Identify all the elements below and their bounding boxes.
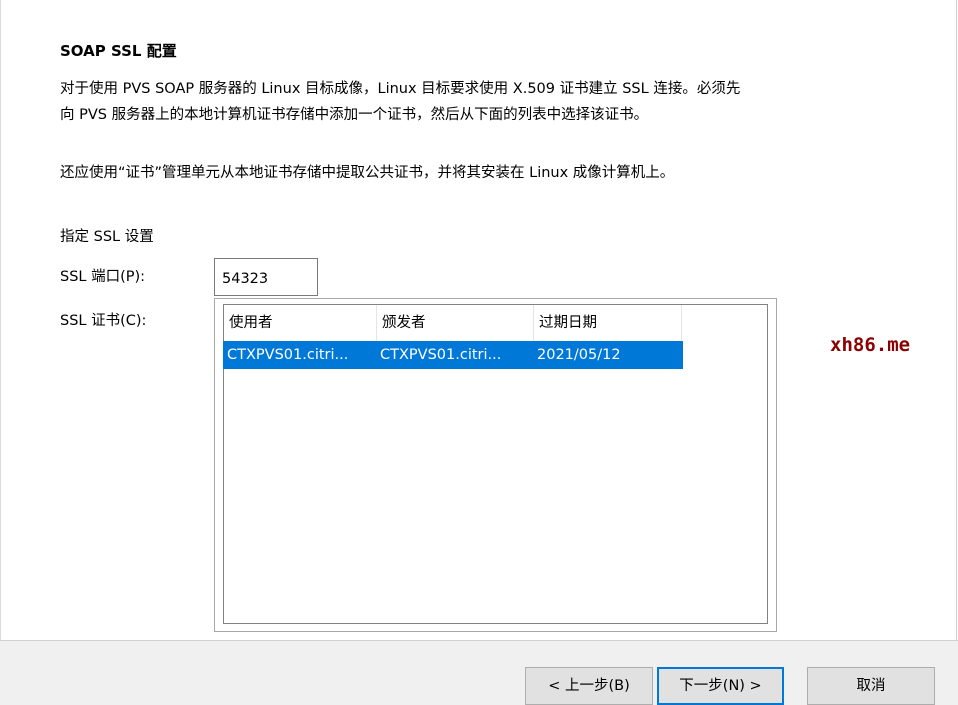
left-border [0, 0, 1, 640]
cancel-button[interactable]: 取消 [807, 667, 935, 705]
note-text: 还应使用“证书”管理单元从本地证书存储中提取公共证书，并将其安装在 Linux … [60, 165, 675, 181]
column-header-subject[interactable]: 使用者 [224, 305, 377, 341]
ssl-port-input[interactable] [214, 258, 318, 296]
watermark-text: xh86.me [830, 334, 911, 356]
description-line-2: 向 PVS 服务器上的本地计算机证书存储中添加一个证书，然后从下面的列表中选择该… [60, 107, 649, 123]
cert-list-frame: 使用者 颁发者 过期日期 CTXPVS01.citri... CTXPVS01.… [214, 298, 777, 632]
ssl-cert-label: SSL 证书(C): [60, 313, 147, 329]
cert-row-selected[interactable]: CTXPVS01.citri... CTXPVS01.citri... 2021… [223, 341, 683, 369]
ssl-port-label: SSL 端口(P): [60, 269, 146, 285]
ssl-settings-label: 指定 SSL 设置 [60, 229, 154, 245]
column-header-issuer[interactable]: 颁发者 [377, 305, 534, 341]
back-button[interactable]: < 上一步(B) [525, 667, 653, 705]
description-line-1: 对于使用 PVS SOAP 服务器的 Linux 目标成像，Linux 目标要求… [60, 81, 741, 97]
right-border [956, 0, 957, 640]
column-header-expiry[interactable]: 过期日期 [534, 305, 682, 341]
description: 对于使用 PVS SOAP 服务器的 Linux 目标成像，Linux 目标要求… [60, 76, 740, 128]
cert-list-header: 使用者 颁发者 过期日期 [224, 305, 682, 342]
next-button[interactable]: 下一步(N) > [657, 667, 784, 705]
cert-issuer: CTXPVS01.citri... [380, 347, 502, 363]
cert-expiry: 2021/05/12 [537, 347, 621, 363]
cert-subject: CTXPVS01.citri... [227, 347, 349, 363]
ssl-config-dialog: SOAP SSL 配置 对于使用 PVS SOAP 服务器的 Linux 目标成… [0, 0, 958, 705]
page-title: SOAP SSL 配置 [60, 42, 177, 60]
